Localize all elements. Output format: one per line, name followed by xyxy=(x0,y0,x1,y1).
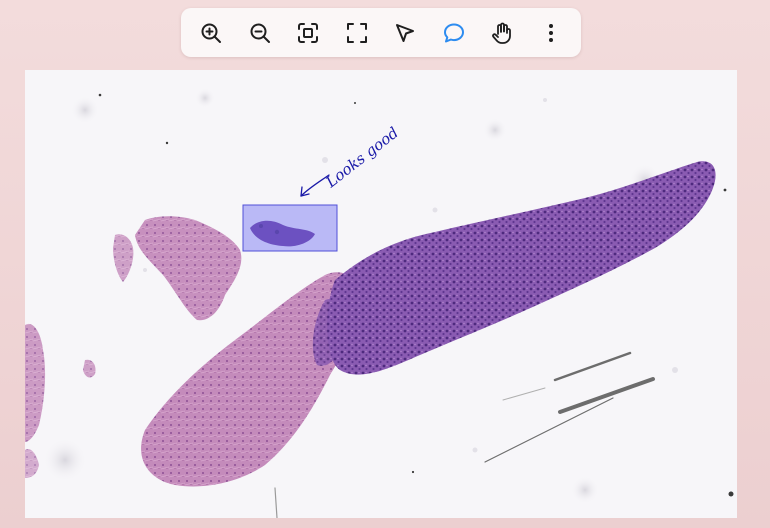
fit-to-screen-button[interactable] xyxy=(288,13,328,53)
zoom-out-button[interactable] xyxy=(240,13,280,53)
comment-icon xyxy=(443,23,464,42)
pan-tool-button[interactable] xyxy=(482,13,522,53)
slide-viewer[interactable]: Looks good xyxy=(25,70,737,518)
more-vertical-icon xyxy=(548,23,553,42)
fullscreen-icon xyxy=(346,22,367,43)
select-tool-button[interactable] xyxy=(385,13,425,53)
zoom-in-button[interactable] xyxy=(191,13,231,53)
fullscreen-button[interactable] xyxy=(337,13,377,53)
comment-tool-button[interactable] xyxy=(434,13,474,53)
tissue-slide-image: Looks good xyxy=(25,88,734,518)
annotation-region xyxy=(242,204,338,252)
pointer-icon xyxy=(396,23,415,42)
viewer-toolbar xyxy=(181,8,581,57)
zoom-out-icon xyxy=(250,23,270,43)
more-options-button[interactable] xyxy=(531,13,571,53)
handwritten-note: Looks good xyxy=(322,124,402,192)
hand-icon xyxy=(492,22,512,44)
fit-icon xyxy=(298,22,319,43)
zoom-in-icon xyxy=(201,23,221,43)
